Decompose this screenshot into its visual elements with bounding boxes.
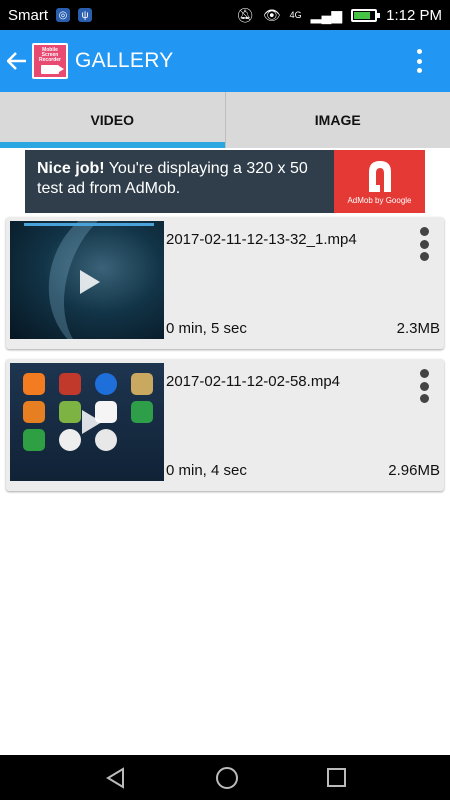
nav-back-icon[interactable]: [105, 766, 127, 789]
mute-icon: 🔕︎: [236, 6, 254, 23]
clock: 1:12 PM: [386, 6, 442, 24]
ad-banner[interactable]: Nice job! You're displaying a 320 x 50 t…: [25, 150, 425, 213]
eye-comfort-icon: 👁︎: [262, 6, 281, 23]
video-thumbnail[interactable]: [10, 221, 164, 339]
play-icon: [82, 410, 102, 434]
admob-logo: AdMob by Google: [334, 150, 425, 213]
overflow-menu-icon[interactable]: [414, 46, 424, 76]
app-logo-text: Mobile Screen Recorder: [39, 47, 61, 63]
status-bar: Smart ◎ ψ 🔕︎ 👁︎ 4G ▂▄▆ 1:12 PM: [0, 0, 450, 30]
app-logo: Mobile Screen Recorder: [32, 43, 68, 79]
file-size: 2.3MB: [396, 320, 440, 337]
carrier-name: Smart: [8, 6, 49, 24]
system-nav-bar: [0, 755, 450, 800]
video-camera-icon: [41, 65, 64, 74]
page-title: GALLERY: [75, 49, 174, 72]
nav-home-icon[interactable]: [215, 766, 238, 789]
tab-bar: VIDEO IMAGE: [0, 92, 450, 148]
tab-video[interactable]: VIDEO: [0, 92, 225, 148]
nav-recents-icon[interactable]: [326, 768, 346, 787]
battery-icon: [351, 8, 381, 22]
list-item[interactable]: 2017-02-11-12-13-32_1.mp4 0 min, 5 sec 2…: [6, 217, 444, 349]
list-item[interactable]: 2017-02-11-12-02-58.mp4 0 min, 4 sec 2.9…: [6, 359, 444, 491]
file-size: 2.96MB: [388, 462, 440, 479]
play-icon: [80, 270, 100, 294]
file-name: 2017-02-11-12-02-58.mp4: [166, 373, 341, 390]
video-duration: 0 min, 4 sec: [166, 462, 247, 479]
video-list: 2017-02-11-12-13-32_1.mp4 0 min, 5 sec 2…: [6, 217, 444, 501]
video-duration: 0 min, 5 sec: [166, 320, 247, 337]
file-name: 2017-02-11-12-13-32_1.mp4: [166, 231, 357, 248]
ad-headline: Nice job!: [37, 160, 105, 177]
app-bar: Mobile Screen Recorder GALLERY: [0, 30, 450, 92]
video-thumbnail[interactable]: [10, 363, 164, 481]
ad-text: Nice job! You're displaying a 320 x 50 t…: [25, 150, 334, 213]
tab-image[interactable]: IMAGE: [224, 92, 450, 148]
more-options-icon[interactable]: [418, 227, 430, 261]
network-type: 4G: [289, 10, 302, 20]
signal-icon: ▂▄▆: [310, 6, 343, 23]
admob-icon: [368, 161, 391, 192]
more-options-icon[interactable]: [418, 369, 430, 403]
usb-icon: ψ: [78, 8, 93, 22]
back-arrow-icon[interactable]: [2, 30, 32, 92]
admob-caption: AdMob by Google: [347, 196, 412, 205]
notification-app-icon: ◎: [56, 8, 71, 22]
